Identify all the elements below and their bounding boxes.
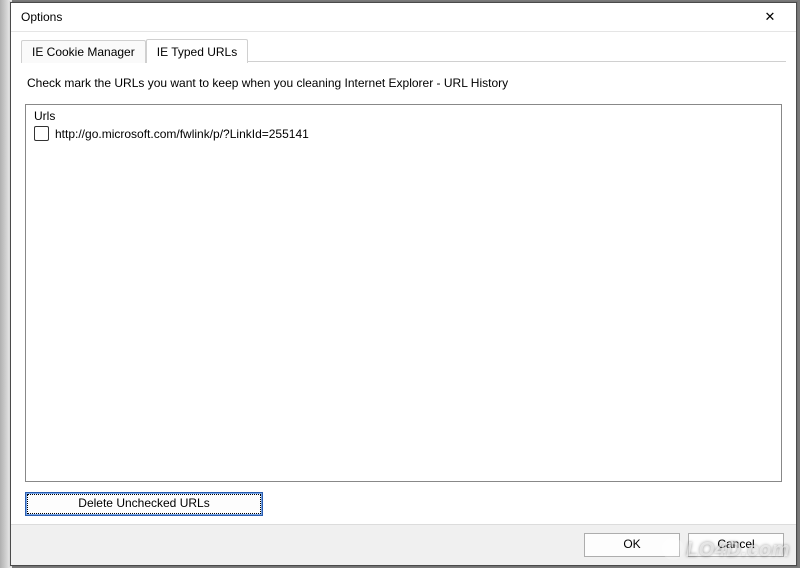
close-button[interactable]: ✕ (750, 6, 790, 28)
list-item[interactable]: http://go.microsoft.com/fwlink/p/?LinkId… (34, 125, 773, 142)
tab-body: Check mark the URLs you want to keep whe… (21, 61, 786, 516)
dialog-content: IE Cookie Manager IE Typed URLs Check ma… (11, 32, 796, 524)
watermark: LO4D.com (662, 538, 790, 562)
options-dialog: Options ✕ IE Cookie Manager IE Typed URL… (10, 2, 797, 566)
tab-ie-cookie-manager[interactable]: IE Cookie Manager (21, 40, 146, 63)
close-icon: ✕ (765, 9, 776, 25)
instruction-text: Check mark the URLs you want to keep whe… (27, 76, 786, 90)
delete-unchecked-button[interactable]: Delete Unchecked URLs (25, 492, 263, 516)
url-text: http://go.microsoft.com/fwlink/p/?LinkId… (55, 127, 309, 141)
button-label: Delete Unchecked URLs (78, 496, 209, 510)
titlebar: Options ✕ (11, 3, 796, 32)
tabs: IE Cookie Manager IE Typed URLs (21, 38, 786, 62)
tab-ie-typed-urls[interactable]: IE Typed URLs (146, 39, 248, 63)
window-title: Options (21, 10, 750, 24)
globe-icon (662, 538, 684, 560)
button-row: Delete Unchecked URLs (25, 492, 782, 516)
url-listbox[interactable]: Urls http://go.microsoft.com/fwlink/p/?L… (25, 104, 782, 482)
watermark-text: LO4D.com (686, 539, 790, 561)
tab-label: IE Cookie Manager (32, 45, 135, 59)
tab-label: IE Typed URLs (157, 45, 237, 59)
listbox-header: Urls (34, 109, 773, 123)
checkbox-icon[interactable] (34, 126, 49, 141)
button-label: OK (623, 537, 640, 551)
